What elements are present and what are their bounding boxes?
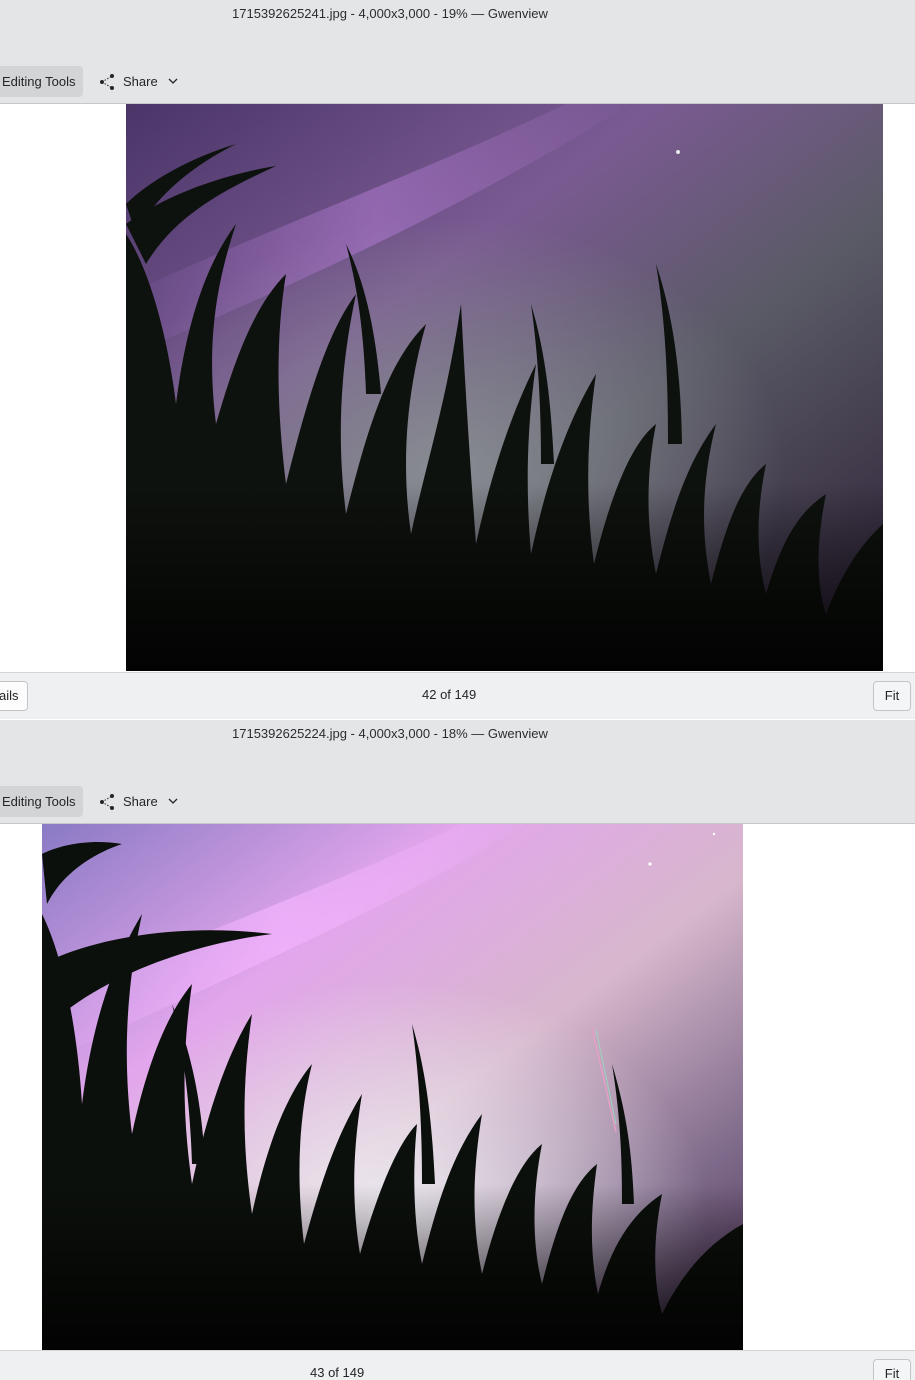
main-toolbar: Editing Tools Share — [0, 750, 915, 824]
gwenview-window-2: 1715392625224.jpg - 4,000x3,000 - 18% — … — [0, 720, 915, 1380]
share-icon — [100, 74, 114, 90]
thumbnails-button[interactable]: ails — [0, 681, 28, 711]
share-label: Share — [123, 794, 158, 809]
chevron-down-icon — [168, 78, 178, 84]
window-title: 1715392625224.jpg - 4,000x3,000 - 18% — … — [232, 726, 548, 741]
image-view[interactable] — [0, 104, 915, 671]
image-view[interactable] — [0, 824, 915, 1350]
editing-tools-button[interactable]: Editing Tools — [0, 66, 84, 97]
title-bar[interactable]: 1715392625241.jpg - 4,000x3,000 - 19% — … — [0, 0, 915, 30]
window-title: 1715392625241.jpg - 4,000x3,000 - 19% — … — [232, 6, 548, 21]
title-bar[interactable]: 1715392625224.jpg - 4,000x3,000 - 18% — … — [0, 720, 915, 750]
main-toolbar: Editing Tools Share — [0, 30, 915, 104]
editing-tools-button[interactable]: Editing Tools — [0, 786, 84, 817]
share-icon — [100, 794, 114, 810]
image-counter: 43 of 149 — [310, 1365, 365, 1380]
aurora-photo[interactable] — [126, 104, 883, 671]
gwenview-window-1: 1715392625241.jpg - 4,000x3,000 - 19% — … — [0, 0, 915, 720]
chevron-down-icon — [168, 798, 178, 804]
status-bar: ails 42 of 149 Fit — [0, 672, 915, 719]
fit-zoom-button[interactable]: Fit — [873, 1359, 911, 1380]
share-label: Share — [123, 74, 158, 89]
aurora-photo[interactable] — [42, 824, 743, 1350]
image-counter: 42 of 149 — [422, 687, 477, 702]
status-bar: 43 of 149 Fit — [0, 1350, 915, 1380]
fit-zoom-button[interactable]: Fit — [873, 681, 911, 711]
